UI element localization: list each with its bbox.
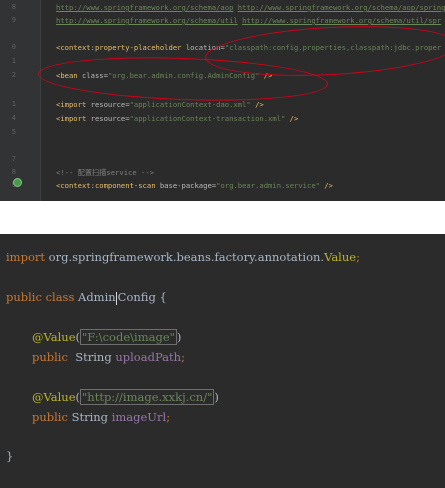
xml-editor-pane[interactable]: 8 9 0 1 2 1 4 5 7 8 9 http://www.springf…	[0, 0, 445, 201]
import-dao-line: <import resource="applicationContext-dao…	[56, 100, 264, 109]
xml-tag: <import	[56, 100, 87, 109]
spring-bean-gutter-icon[interactable]	[13, 178, 22, 187]
xml-tag-close: />	[285, 114, 299, 123]
annotation-value: "http://image.xxkj.cn/"	[80, 389, 215, 405]
class-declaration-line: public class Admin Config {	[6, 290, 167, 305]
line-number: 0	[11, 43, 16, 51]
schema-url[interactable]: http://www.springframework.org/schema/ao…	[238, 3, 445, 12]
annotation: @Value	[32, 390, 76, 404]
property-placeholder-line: <context:property-placeholder location="…	[56, 43, 441, 52]
line-number: 5	[11, 128, 16, 136]
import-path: org.springframework.beans.factory.annota…	[45, 250, 325, 264]
xml-attr-value: "applicationContext-transaction.xml"	[129, 114, 286, 123]
field-line: public String imageUrl;	[32, 410, 170, 424]
xml-tag: <context:property-placeholder	[56, 43, 182, 52]
xml-tag-close: />	[250, 100, 264, 109]
annotation: @Value	[32, 330, 76, 344]
field-type: String	[67, 350, 116, 364]
import-line: import org.springframework.beans.factory…	[6, 250, 360, 264]
line-number: 8	[11, 168, 16, 176]
xml-attr-value: "org.bear.admin.config.AdminConfig"	[107, 71, 260, 80]
xml-attr-value: "classpath:config.properties,classpath:j…	[224, 43, 442, 52]
schema-url[interactable]: http://www.springframework.org/schema/ut…	[242, 16, 441, 25]
keyword: public class	[6, 290, 79, 304]
schema-url[interactable]: http://www.springframework.org/schema/ao…	[56, 3, 233, 12]
line-number: 4	[11, 114, 16, 122]
line-number-gutter: 8 9 0 1 2 1 4 5 7 8 9	[0, 0, 41, 201]
semicolon: ;	[181, 350, 185, 364]
class-name: Admin Config	[78, 290, 156, 305]
import-transaction-line: <import resource="applicationContext-tra…	[56, 114, 298, 123]
line-number: 9	[11, 16, 16, 24]
annotation-line: @Value("http://image.xxkj.cn/")	[32, 389, 219, 405]
brace-close: }	[6, 449, 14, 463]
xml-attr-value: "org.bear.admin.service"	[216, 181, 320, 190]
schema-location-line: http://www.springframework.org/schema/ut…	[56, 16, 441, 25]
keyword: public	[32, 410, 68, 424]
component-scan-line: <context:component-scan base-package="or…	[56, 181, 333, 190]
keyword: public	[32, 350, 68, 364]
annotation-value: "F:\code\image"	[80, 329, 177, 345]
bean-line: <bean class="org.bear.admin.config.Admin…	[56, 71, 272, 80]
line-number: 7	[11, 155, 16, 163]
xml-tag: <import	[56, 114, 87, 123]
xml-attr: resource=	[86, 100, 130, 109]
keyword: import	[6, 250, 45, 264]
import-class: Value	[324, 250, 357, 264]
xml-tag: <bean	[56, 71, 78, 80]
xml-attr: class=	[77, 71, 108, 80]
xml-attr: location=	[181, 43, 225, 52]
xml-tag-close: />	[259, 71, 273, 80]
line-number: 1	[11, 57, 16, 65]
field-line: public String uploadPath;	[32, 350, 185, 364]
java-editor-pane[interactable]: import org.springframework.beans.factory…	[0, 234, 445, 488]
semicolon: ;	[166, 410, 171, 424]
xml-attr: base-package=	[155, 181, 217, 190]
field-type: String	[67, 410, 112, 424]
field-name: imageUrl	[111, 410, 167, 424]
line-number: 2	[11, 71, 16, 79]
field-name: uploadPath	[115, 350, 182, 364]
schema-location-line: http://www.springframework.org/schema/ao…	[56, 3, 445, 12]
brace-open: {	[155, 290, 167, 304]
xml-attr: resource=	[86, 114, 130, 123]
xml-attr-value: "applicationContext-dao.xml"	[129, 100, 251, 109]
xml-comment: <!-- 配置扫描service -->	[56, 168, 154, 177]
xml-tag-close: />	[319, 181, 333, 190]
annotation-line: @Value("F:\code\image")	[32, 329, 182, 345]
semicolon: ;	[356, 250, 360, 264]
paren: )	[176, 330, 182, 344]
schema-url[interactable]: http://www.springframework.org/schema/ut…	[56, 16, 238, 25]
line-number: 1	[11, 100, 16, 108]
line-number: 8	[11, 3, 16, 11]
paren: )	[214, 390, 219, 404]
xml-tag: <context:component-scan	[56, 181, 156, 190]
